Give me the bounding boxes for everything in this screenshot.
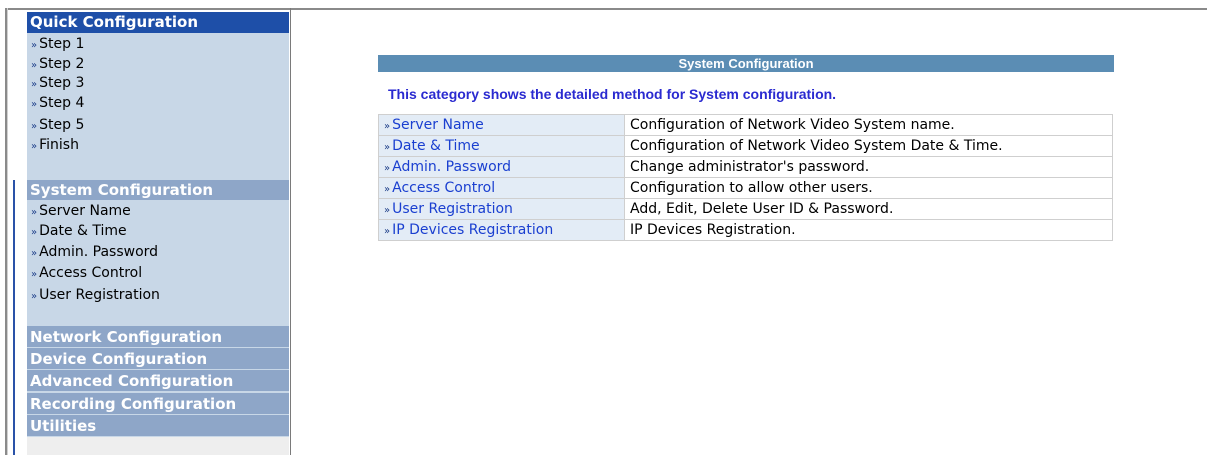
sidebar-item-label: Step 2 bbox=[39, 56, 85, 72]
bullet-arrow-icon: » bbox=[384, 205, 390, 216]
bullet-arrow-icon: » bbox=[384, 184, 390, 195]
sidebar-item-server-name[interactable]: » Server Name bbox=[31, 201, 131, 221]
sidebar-item-label: Step 4 bbox=[39, 95, 85, 111]
sidebar-item-label: Step 5 bbox=[39, 117, 85, 133]
sidebar-header-quick-configuration[interactable]: Quick Configuration bbox=[27, 12, 289, 33]
sidebar-item-step-2[interactable]: » Step 2 bbox=[31, 54, 84, 74]
sidebar-item-label: Access Control bbox=[39, 265, 143, 281]
bullet-arrow-icon: » bbox=[31, 99, 37, 110]
frame-separator[interactable] bbox=[290, 8, 291, 455]
row-description: IP Devices Registration. bbox=[624, 219, 1113, 241]
access-control-link[interactable]: » Access Control bbox=[378, 177, 625, 199]
table-row: » User Registration Add, Edit, Delete Use… bbox=[378, 198, 1113, 220]
table-row: » Access Control Configuration to allow o… bbox=[378, 177, 1113, 199]
sidebar-item-label: Date & Time bbox=[39, 223, 127, 239]
row-description: Configuration to allow other users. bbox=[624, 177, 1113, 199]
page-title: System Configuration bbox=[378, 55, 1114, 72]
bullet-arrow-icon: » bbox=[384, 142, 390, 153]
row-description: Add, Edit, Delete User ID & Password. bbox=[624, 198, 1113, 220]
row-description: Configuration of Network Video System Da… bbox=[624, 135, 1113, 157]
bullet-arrow-icon: » bbox=[31, 269, 37, 280]
sidebar: Quick Configuration » Step 1 » Step 2 » Ste… bbox=[27, 12, 289, 455]
row-description: Configuration of Network Video System na… bbox=[624, 114, 1113, 136]
bullet-arrow-icon: » bbox=[384, 163, 390, 174]
bullet-arrow-icon: » bbox=[31, 40, 37, 51]
table-row: » Admin. Password Change administrator's … bbox=[378, 156, 1113, 178]
sidebar-item-label: User Registration bbox=[39, 287, 160, 303]
link-label: User Registration bbox=[392, 201, 513, 217]
sidebar-header-system-configuration[interactable]: System Configuration bbox=[27, 180, 289, 200]
bullet-arrow-icon: » bbox=[31, 121, 37, 132]
sidebar-item-label: Server Name bbox=[39, 203, 131, 219]
sidebar-item-step-1[interactable]: » Step 1 bbox=[31, 34, 84, 54]
bullet-arrow-icon: » bbox=[31, 79, 37, 90]
sidebar-item-step-5[interactable]: » Step 5 bbox=[31, 115, 84, 135]
sidebar-header-recording-configuration[interactable]: Recording Configuration bbox=[27, 392, 289, 414]
link-label: Access Control bbox=[392, 180, 496, 196]
server-name-link[interactable]: » Server Name bbox=[378, 114, 625, 136]
link-label: Date & Time bbox=[392, 138, 480, 154]
sidebar-item-date-time[interactable]: » Date & Time bbox=[31, 221, 127, 241]
sidebar-item-label: Admin. Password bbox=[39, 244, 159, 260]
bullet-arrow-icon: » bbox=[31, 141, 37, 152]
sidebar-item-label: Finish bbox=[39, 137, 79, 153]
admin-password-link[interactable]: » Admin. Password bbox=[378, 156, 625, 178]
page-description: This category shows the detailed method … bbox=[388, 86, 837, 102]
window-left-accent bbox=[13, 180, 15, 455]
sidebar-header-utilities[interactable]: Utilities bbox=[27, 414, 289, 436]
bullet-arrow-icon: » bbox=[384, 121, 390, 132]
sidebar-header-network-configuration[interactable]: Network Configuration bbox=[27, 325, 289, 347]
user-registration-link[interactable]: » User Registration bbox=[378, 198, 625, 220]
sidebar-item-access-control[interactable]: » Access Control bbox=[31, 263, 142, 283]
bullet-arrow-icon: » bbox=[31, 207, 37, 218]
sidebar-header-device-configuration[interactable]: Device Configuration bbox=[27, 347, 289, 369]
config-table: » Server Name Configuration of Network Vi… bbox=[378, 114, 1113, 241]
date-time-link[interactable]: » Date & Time bbox=[378, 135, 625, 157]
bullet-arrow-icon: » bbox=[384, 226, 390, 237]
link-label: Admin. Password bbox=[392, 159, 512, 175]
bullet-arrow-icon: » bbox=[31, 248, 37, 259]
sidebar-item-admin-password[interactable]: » Admin. Password bbox=[31, 242, 158, 262]
sidebar-footer bbox=[27, 437, 289, 455]
link-label: Server Name bbox=[392, 117, 484, 133]
sidebar-header-advanced-configuration[interactable]: Advanced Configuration bbox=[27, 369, 289, 391]
window-top-border bbox=[5, 8, 1207, 10]
sidebar-item-label: Step 1 bbox=[39, 36, 85, 52]
sidebar-item-step-4[interactable]: » Step 4 bbox=[31, 93, 84, 113]
ip-devices-registration-link[interactable]: » IP Devices Registration bbox=[378, 219, 625, 241]
sidebar-item-finish[interactable]: » Finish bbox=[31, 135, 79, 155]
bullet-arrow-icon: » bbox=[31, 291, 37, 302]
bullet-arrow-icon: » bbox=[31, 227, 37, 238]
window-left-border-inner bbox=[7, 8, 8, 455]
link-label: IP Devices Registration bbox=[392, 222, 554, 238]
table-row: » IP Devices Registration IP Devices Regi… bbox=[378, 219, 1113, 241]
table-row: » Date & Time Configuration of Network Vi… bbox=[378, 135, 1113, 157]
row-description: Change administrator's password. bbox=[624, 156, 1113, 178]
sidebar-item-step-3[interactable]: » Step 3 bbox=[31, 73, 84, 93]
bullet-arrow-icon: » bbox=[31, 60, 37, 71]
table-row: » Server Name Configuration of Network Vi… bbox=[378, 114, 1113, 136]
sidebar-item-user-registration[interactable]: » User Registration bbox=[31, 285, 160, 305]
sidebar-item-label: Step 3 bbox=[39, 75, 85, 91]
